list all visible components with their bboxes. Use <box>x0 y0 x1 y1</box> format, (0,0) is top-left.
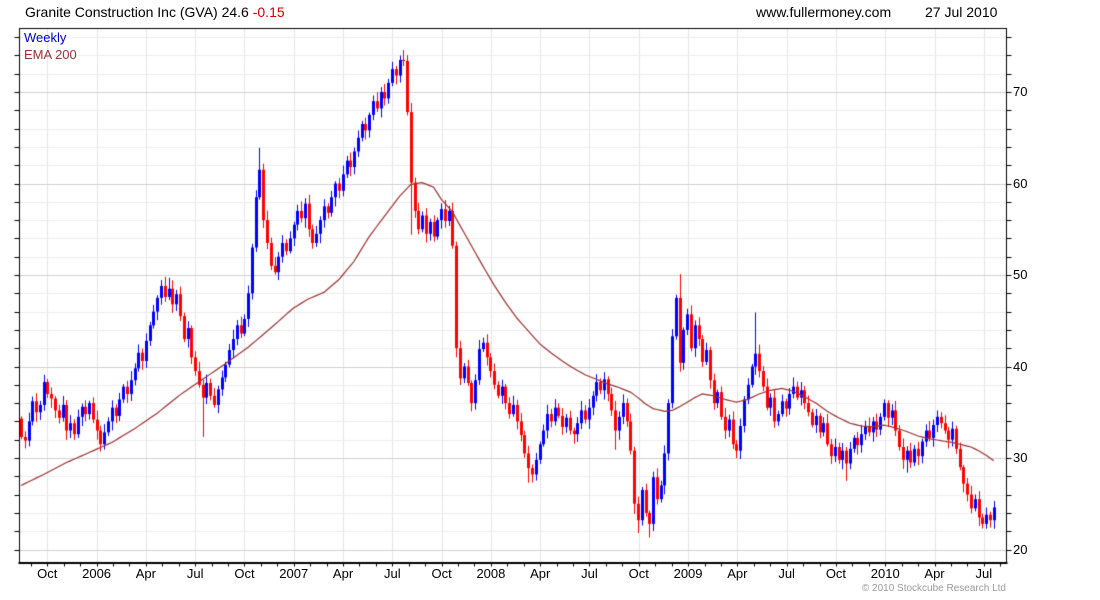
stock-chart-page: Granite Construction Inc (GVA) 24.6 -0.1… <box>0 0 1100 600</box>
legend-timeframe: Weekly <box>24 30 67 45</box>
x-tick-label: Jul <box>384 566 401 581</box>
x-tick-label: Apr <box>135 566 156 581</box>
x-tick-label: Apr <box>530 566 551 581</box>
x-tick-label: Apr <box>924 566 945 581</box>
x-tick-label: Apr <box>727 566 748 581</box>
legend-ema: EMA 200 <box>24 47 77 62</box>
x-tick-label: Oct <box>825 566 847 581</box>
y-tick-label: 70 <box>1013 84 1028 99</box>
x-tick-label: Jul <box>581 566 598 581</box>
x-tick-label: Jul <box>975 566 993 581</box>
x-tick-label: 2010 <box>870 566 900 581</box>
x-tick-label: Apr <box>332 566 354 581</box>
x-tick-label: Jul <box>186 566 204 581</box>
x-tick-label: 2008 <box>476 566 506 581</box>
y-tick-label: 50 <box>1013 267 1028 282</box>
x-tick-label: Oct <box>37 566 58 581</box>
x-tick-label: Oct <box>431 566 452 581</box>
y-tick-label: 40 <box>1013 358 1028 374</box>
y-tick-label: 20 <box>1013 541 1028 557</box>
x-tick-label: Oct <box>234 566 255 581</box>
x-tick-label: Jul <box>778 566 795 581</box>
copyright-notice: © 2010 Stockcube Research Ltd <box>861 583 1006 594</box>
x-tick-label: 2009 <box>673 566 703 581</box>
y-tick-label: 30 <box>1013 450 1028 465</box>
y-tick-label: 60 <box>1013 175 1028 191</box>
x-tick-label: 2006 <box>82 566 112 581</box>
x-tick-label: 2007 <box>279 566 309 581</box>
price-chart-canvas <box>0 0 1100 600</box>
x-tick-label: Oct <box>628 566 649 581</box>
